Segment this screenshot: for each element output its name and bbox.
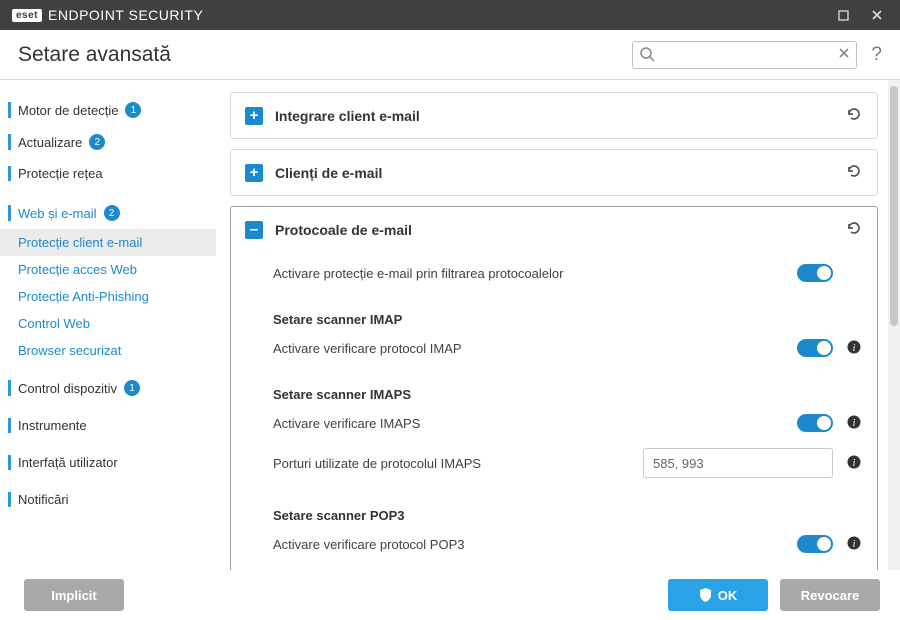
svg-text:i: i xyxy=(853,418,856,429)
sidebar-item-detection[interactable]: Motor de detecție1 xyxy=(0,94,216,126)
accordion-email-clients: + Clienți de e-mail xyxy=(230,149,878,196)
svg-text:i: i xyxy=(853,539,856,550)
search-input[interactable] xyxy=(632,41,857,69)
accordion-email-protocols: – Protocoale de e-mail Activare protecți… xyxy=(230,206,878,570)
window-maximize-button[interactable] xyxy=(826,0,860,30)
setting-row-imaps: Activare verificare IMAPS i xyxy=(273,406,863,440)
ok-button[interactable]: OK xyxy=(668,579,768,611)
sidebar-item-antiphishing[interactable]: Protecție Anti-Phishing xyxy=(0,283,216,310)
accordion-label: Clienți de e-mail xyxy=(275,165,833,181)
search-box xyxy=(632,41,857,69)
info-icon: i xyxy=(847,455,861,469)
clear-search-button[interactable] xyxy=(837,46,851,63)
undo-icon xyxy=(845,219,863,237)
cancel-button[interactable]: Revocare xyxy=(780,579,880,611)
section-head-imap: Setare scanner IMAP xyxy=(273,290,863,331)
info-button[interactable]: i xyxy=(845,536,863,553)
brand-badge: eset xyxy=(12,9,42,22)
setting-row-enable-filter: Activare protecție e-mail prin filtrarea… xyxy=(273,256,863,290)
toggle-enable-filter[interactable] xyxy=(797,264,833,282)
badge: 2 xyxy=(89,134,105,150)
undo-icon xyxy=(845,162,863,180)
toggle-imaps[interactable] xyxy=(797,414,833,432)
sidebar-item-email-client[interactable]: Protecție client e-mail xyxy=(0,229,216,256)
accordion-email-integration: + Integrare client e-mail xyxy=(230,92,878,139)
setting-row-imap: Activare verificare protocol IMAP i xyxy=(273,331,863,365)
header: Setare avansată ? xyxy=(0,30,900,80)
revert-button[interactable] xyxy=(845,219,863,240)
setting-label: Activare verificare IMAPS xyxy=(273,416,785,431)
revert-button[interactable] xyxy=(845,162,863,183)
info-icon: i xyxy=(847,415,861,429)
accordion-header[interactable]: + Integrare client e-mail xyxy=(231,93,877,138)
badge: 2 xyxy=(104,205,120,221)
sidebar-item-web-email[interactable]: Web și e-mail2 xyxy=(0,197,216,229)
accordion-header[interactable]: – Protocoale de e-mail xyxy=(231,207,877,252)
setting-label: Activare verificare protocol IMAP xyxy=(273,341,785,356)
svg-text:i: i xyxy=(853,343,856,354)
titlebar: eset ENDPOINT SECURITY xyxy=(0,0,900,30)
sidebar-item-network[interactable]: Protecție rețea xyxy=(0,158,216,189)
sidebar-item-device-control[interactable]: Control dispozitiv1 xyxy=(0,372,216,404)
info-icon: i xyxy=(847,536,861,550)
toggle-imap[interactable] xyxy=(797,339,833,357)
section-head-pop3: Setare scanner POP3 xyxy=(273,486,863,527)
undo-icon xyxy=(845,105,863,123)
imaps-ports-input[interactable] xyxy=(643,448,833,478)
scrollbar[interactable] xyxy=(888,80,900,570)
collapse-icon: – xyxy=(245,221,263,239)
page-title: Setare avansată xyxy=(18,43,171,67)
close-icon xyxy=(871,9,883,21)
content-area: + Integrare client e-mail + Clienți de e… xyxy=(224,80,888,570)
badge: 1 xyxy=(125,102,141,118)
square-icon xyxy=(838,10,849,21)
sidebar-item-tools[interactable]: Instrumente xyxy=(0,410,216,441)
sidebar: Motor de detecție1 Actualizare2 Protecți… xyxy=(0,80,224,570)
expand-icon: + xyxy=(245,107,263,125)
accordion-body: Activare protecție e-mail prin filtrarea… xyxy=(231,252,877,570)
sidebar-item-ui[interactable]: Interfață utilizator xyxy=(0,447,216,478)
toggle-pop3[interactable] xyxy=(797,535,833,553)
setting-label: Activare protecție e-mail prin filtrarea… xyxy=(273,266,785,281)
close-icon xyxy=(837,46,851,60)
sidebar-item-notifications[interactable]: Notificări xyxy=(0,484,216,515)
search-icon xyxy=(639,46,655,65)
revert-button[interactable] xyxy=(845,105,863,126)
shield-icon xyxy=(699,588,712,602)
info-icon: i xyxy=(847,340,861,354)
setting-row-imaps-ports: Porturi utilizate de protocolul IMAPS i xyxy=(273,440,863,486)
setting-label: Porturi utilizate de protocolul IMAPS xyxy=(273,456,631,471)
info-button[interactable]: i xyxy=(845,455,863,472)
window-close-button[interactable] xyxy=(860,0,894,30)
info-button[interactable]: i xyxy=(845,340,863,357)
accordion-label: Protocoale de e-mail xyxy=(275,222,833,238)
info-button[interactable]: i xyxy=(845,415,863,432)
sidebar-item-secure-browser[interactable]: Browser securizat xyxy=(0,337,216,364)
section-head-imaps: Setare scanner IMAPS xyxy=(273,365,863,406)
sidebar-item-web-access[interactable]: Protecție acces Web xyxy=(0,256,216,283)
badge: 1 xyxy=(124,380,140,396)
sidebar-item-web-control[interactable]: Control Web xyxy=(0,310,216,337)
scrollbar-thumb[interactable] xyxy=(890,86,898,326)
help-button[interactable]: ? xyxy=(871,44,882,66)
setting-row-pop3: Activare verificare protocol POP3 i xyxy=(273,527,863,561)
sidebar-item-update[interactable]: Actualizare2 xyxy=(0,126,216,158)
svg-text:i: i xyxy=(853,458,856,469)
setting-label: Activare verificare protocol POP3 xyxy=(273,537,785,552)
default-button[interactable]: Implicit xyxy=(24,579,124,611)
ok-label: OK xyxy=(718,588,738,603)
footer: Implicit OK Revocare xyxy=(0,570,900,620)
accordion-header[interactable]: + Clienți de e-mail xyxy=(231,150,877,195)
app-brand: eset ENDPOINT SECURITY xyxy=(12,7,203,23)
brand-text: ENDPOINT SECURITY xyxy=(48,7,203,23)
expand-icon: + xyxy=(245,164,263,182)
accordion-label: Integrare client e-mail xyxy=(275,108,833,124)
